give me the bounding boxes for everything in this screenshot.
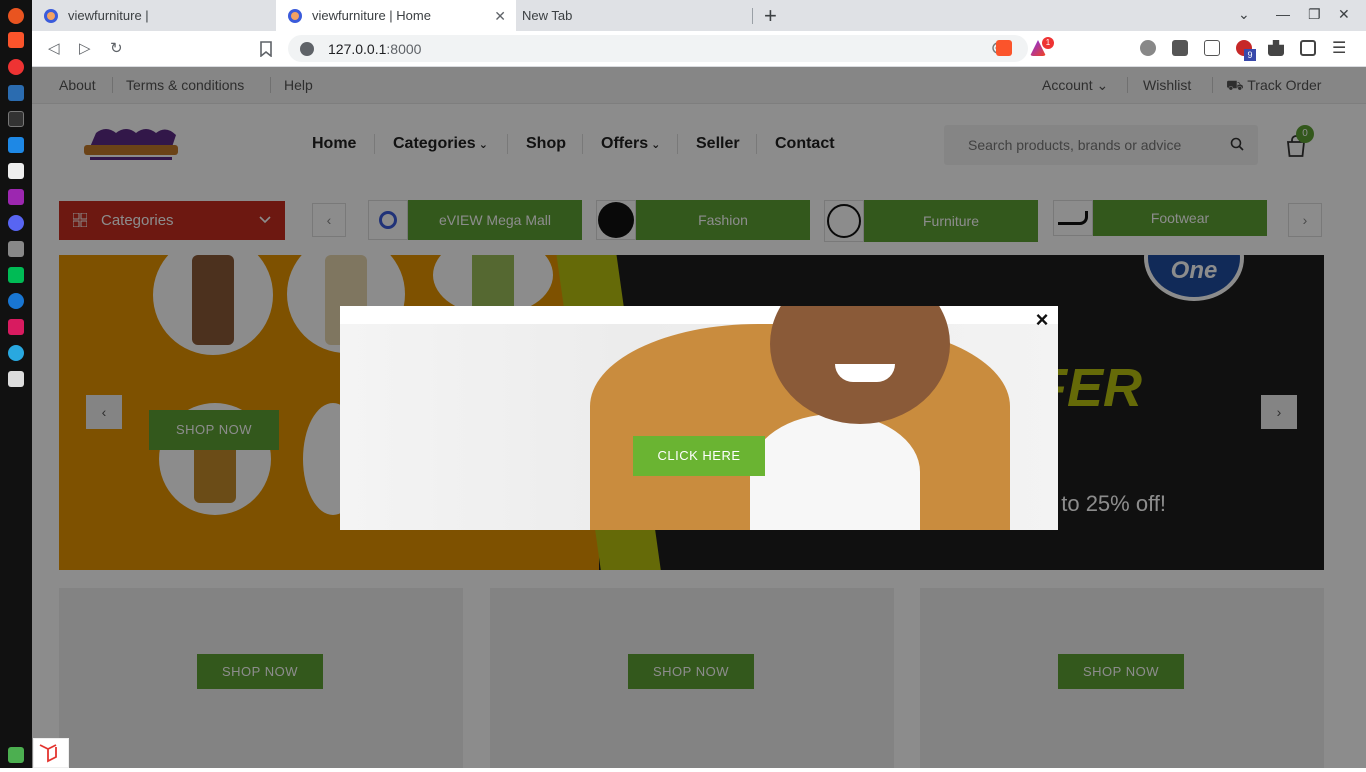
address-bar[interactable]: 127.0.0.1:8000 — [288, 35, 1028, 62]
tab-title: New Tab — [522, 8, 573, 23]
ubuntu-icon[interactable] — [8, 8, 24, 24]
ublock-icon[interactable] — [1172, 40, 1188, 56]
tab-divider — [752, 8, 753, 24]
close-window-button[interactable]: ✕ — [1338, 6, 1350, 23]
maximize-button[interactable]: ❐ — [1308, 6, 1321, 23]
brave-browser-icon[interactable] — [8, 32, 24, 48]
tab-search-icon[interactable]: ⌄ — [1238, 6, 1250, 23]
close-icon[interactable]: × — [1032, 309, 1052, 331]
browser-tab-bar: viewfurniture | viewfurniture | Home ✕ N… — [32, 0, 1366, 31]
url-host: 127.0.0.1 — [328, 40, 387, 57]
close-tab-icon[interactable]: ✕ — [494, 8, 506, 25]
app-icon-pink[interactable] — [8, 319, 24, 335]
storage-icon[interactable] — [8, 371, 24, 387]
site-favicon-icon — [288, 8, 302, 23]
translate-icon[interactable] — [1204, 40, 1220, 56]
laravel-icon — [39, 744, 57, 763]
wallet-icon[interactable] — [1300, 40, 1316, 56]
discord-icon[interactable] — [8, 215, 24, 231]
reload-icon[interactable]: ↻ — [110, 39, 123, 57]
phpstorm-icon[interactable] — [8, 189, 24, 205]
extension-badge: 9 — [1244, 49, 1256, 61]
files-icon[interactable] — [8, 85, 24, 101]
new-tab-button[interactable]: + — [764, 3, 777, 29]
globe-icon[interactable] — [1140, 40, 1156, 56]
back-icon[interactable]: ◁ — [48, 39, 60, 57]
terminal-icon[interactable] — [8, 111, 24, 127]
os-dock — [0, 0, 32, 768]
url-port: :8000 — [386, 40, 422, 57]
tab-new-tab[interactable]: New Tab — [510, 0, 750, 31]
smile-shape — [835, 364, 895, 382]
show-apps-icon[interactable] — [8, 747, 24, 763]
settings-app-icon[interactable] — [8, 293, 24, 309]
camera-icon[interactable] — [8, 241, 24, 257]
menu-icon[interactable]: ☰ — [1332, 38, 1346, 58]
vscode-icon[interactable] — [8, 137, 24, 153]
tab-viewfurniture[interactable]: viewfurniture | — [32, 0, 276, 31]
shirt-shape — [750, 414, 920, 530]
monitor-icon[interactable] — [8, 267, 24, 283]
brave-shields-icon[interactable] — [996, 40, 1012, 56]
app-icon-red[interactable] — [8, 59, 24, 75]
site-favicon-icon — [44, 8, 58, 23]
bookmark-icon[interactable] — [260, 41, 272, 57]
forward-icon[interactable]: ▷ — [79, 39, 91, 57]
debugbar-laravel-icon[interactable] — [33, 738, 69, 768]
rewards-badge: 1 — [1042, 37, 1054, 49]
telegram-icon[interactable] — [8, 345, 24, 361]
puzzle-extensions-icon[interactable] — [1268, 40, 1284, 56]
tab-title: viewfurniture | — [68, 8, 149, 23]
promo-popup: × CLICK HERE — [340, 306, 1058, 530]
document-icon[interactable] — [8, 163, 24, 179]
minimize-button[interactable]: — — [1276, 6, 1290, 22]
promo-image — [340, 306, 1058, 530]
tab-viewfurniture-home[interactable]: viewfurniture | Home ✕ — [276, 0, 516, 31]
click-here-button[interactable]: CLICK HERE — [633, 436, 765, 476]
web-page: About Terms & conditions Help Account ⌄ … — [32, 67, 1366, 768]
tab-title: viewfurniture | Home — [312, 8, 431, 23]
browser-toolbar: ◁ ▷ ↻ 127.0.0.1:8000 1 9 ☰ — [32, 31, 1366, 67]
site-info-icon[interactable] — [300, 41, 314, 56]
